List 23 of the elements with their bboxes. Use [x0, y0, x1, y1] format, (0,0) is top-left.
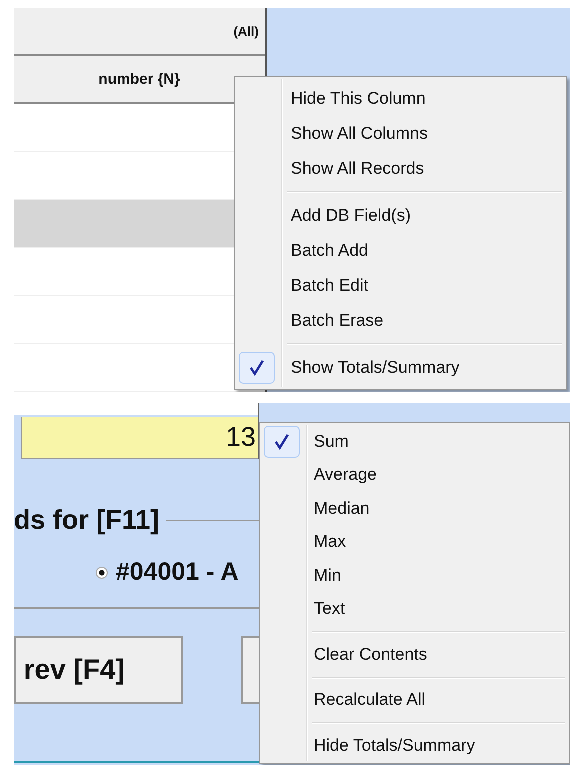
menu-item[interactable]: Show Totals/Summary: [237, 350, 564, 385]
menu-item[interactable]: Hide Totals/Summary: [262, 729, 567, 762]
menu-item[interactable]: Median: [262, 492, 567, 526]
nav-button[interactable]: rev [F4]: [14, 636, 183, 704]
menu-item[interactable]: Min: [262, 559, 567, 592]
radio-button[interactable]: [96, 566, 108, 578]
menu-item[interactable]: Average: [262, 458, 567, 492]
menu-item[interactable]: Text: [262, 592, 567, 626]
menu-item[interactable]: Batch Add: [237, 233, 564, 268]
menu-item[interactable]: Clear Contents: [262, 638, 567, 672]
menu-item[interactable]: Max: [262, 526, 567, 559]
menu-item[interactable]: Add DB Field(s): [237, 198, 564, 233]
column-header[interactable]: number {N}: [14, 56, 265, 104]
menu-item[interactable]: Show All Columns: [237, 116, 564, 151]
filter-header[interactable]: (All): [14, 8, 265, 56]
menu-item[interactable]: Show All Records: [237, 151, 564, 186]
menu-item[interactable]: Recalculate All: [262, 684, 567, 717]
radio-label[interactable]: #04001 - A: [116, 558, 239, 587]
menu-item[interactable]: Sum: [262, 425, 567, 458]
totals-cell: 13: [21, 417, 258, 459]
menu-item[interactable]: Batch Erase: [237, 303, 564, 338]
menu-item[interactable]: Batch Edit: [237, 268, 564, 303]
group-title: ds for [F11]: [14, 505, 160, 536]
